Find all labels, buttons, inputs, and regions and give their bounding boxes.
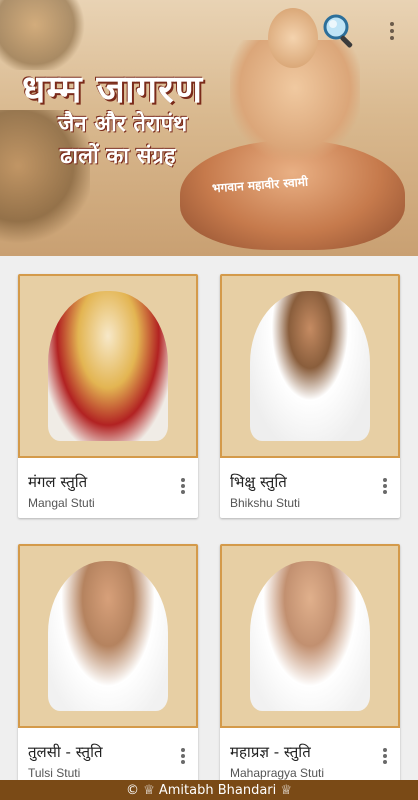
card-menu-button[interactable]	[380, 748, 390, 768]
card-subtitle: Mahapragya Stuti	[230, 766, 325, 780]
app-subtitle: ढालों का संग्रह	[60, 143, 176, 169]
card-title: भिक्षु स्तुति	[230, 473, 287, 491]
mahavir-statue-head	[268, 8, 318, 68]
card-thumbnail	[18, 544, 198, 728]
acharya-image	[250, 291, 370, 441]
card-menu-button[interactable]	[380, 478, 390, 498]
card-mahapragya-stuti[interactable]: महाप्रज्ञ - स्तुति Mahapragya Stuti	[220, 544, 400, 780]
more-vert-icon	[390, 22, 394, 26]
acharya-image	[48, 561, 168, 711]
card-bhikshu-stuti[interactable]: भिक्षु स्तुति Bhikshu Stuti	[220, 274, 400, 518]
app-subtitle: जैन और तेरापंथ	[58, 111, 188, 137]
card-menu-button[interactable]	[178, 478, 188, 498]
card-subtitle: Tulsi Stuti	[28, 766, 81, 780]
more-vert-icon	[383, 478, 387, 482]
header-banner: धम्म जागरण जैन और तेरापंथ ढालों का संग्र…	[0, 0, 418, 256]
app-title: धम्म जागरण	[22, 66, 204, 111]
card-mangal-stuti[interactable]: मंगल स्तुति Mangal Stuti	[18, 274, 198, 518]
card-thumbnail	[220, 544, 400, 728]
footer-credit: © ♕ Amitabh Bhandari ♕	[0, 780, 418, 800]
card-title: तुलसी - स्तुति	[28, 743, 103, 761]
card-title: महाप्रज्ञ - स्तुति	[230, 743, 311, 761]
card-title: मंगल स्तुति	[28, 473, 88, 491]
card-tulsi-stuti[interactable]: तुलसी - स्तुति Tulsi Stuti	[18, 544, 198, 780]
card-thumbnail	[18, 274, 198, 458]
card-menu-button[interactable]	[178, 748, 188, 768]
search-button[interactable]	[318, 10, 360, 52]
card-subtitle: Bhikshu Stuti	[230, 496, 301, 510]
card-thumbnail	[220, 274, 400, 458]
decorative-flower	[0, 0, 90, 70]
deity-image	[48, 291, 168, 441]
acharya-image	[250, 561, 370, 711]
overflow-menu-button[interactable]	[380, 14, 404, 48]
card-subtitle: Mangal Stuti	[28, 496, 95, 510]
more-vert-icon	[181, 478, 185, 482]
stuti-grid: मंगल स्तुति Mangal Stuti भिक्षु स्तुति B…	[0, 256, 418, 780]
search-icon	[323, 14, 353, 48]
more-vert-icon	[383, 748, 387, 752]
more-vert-icon	[181, 748, 185, 752]
